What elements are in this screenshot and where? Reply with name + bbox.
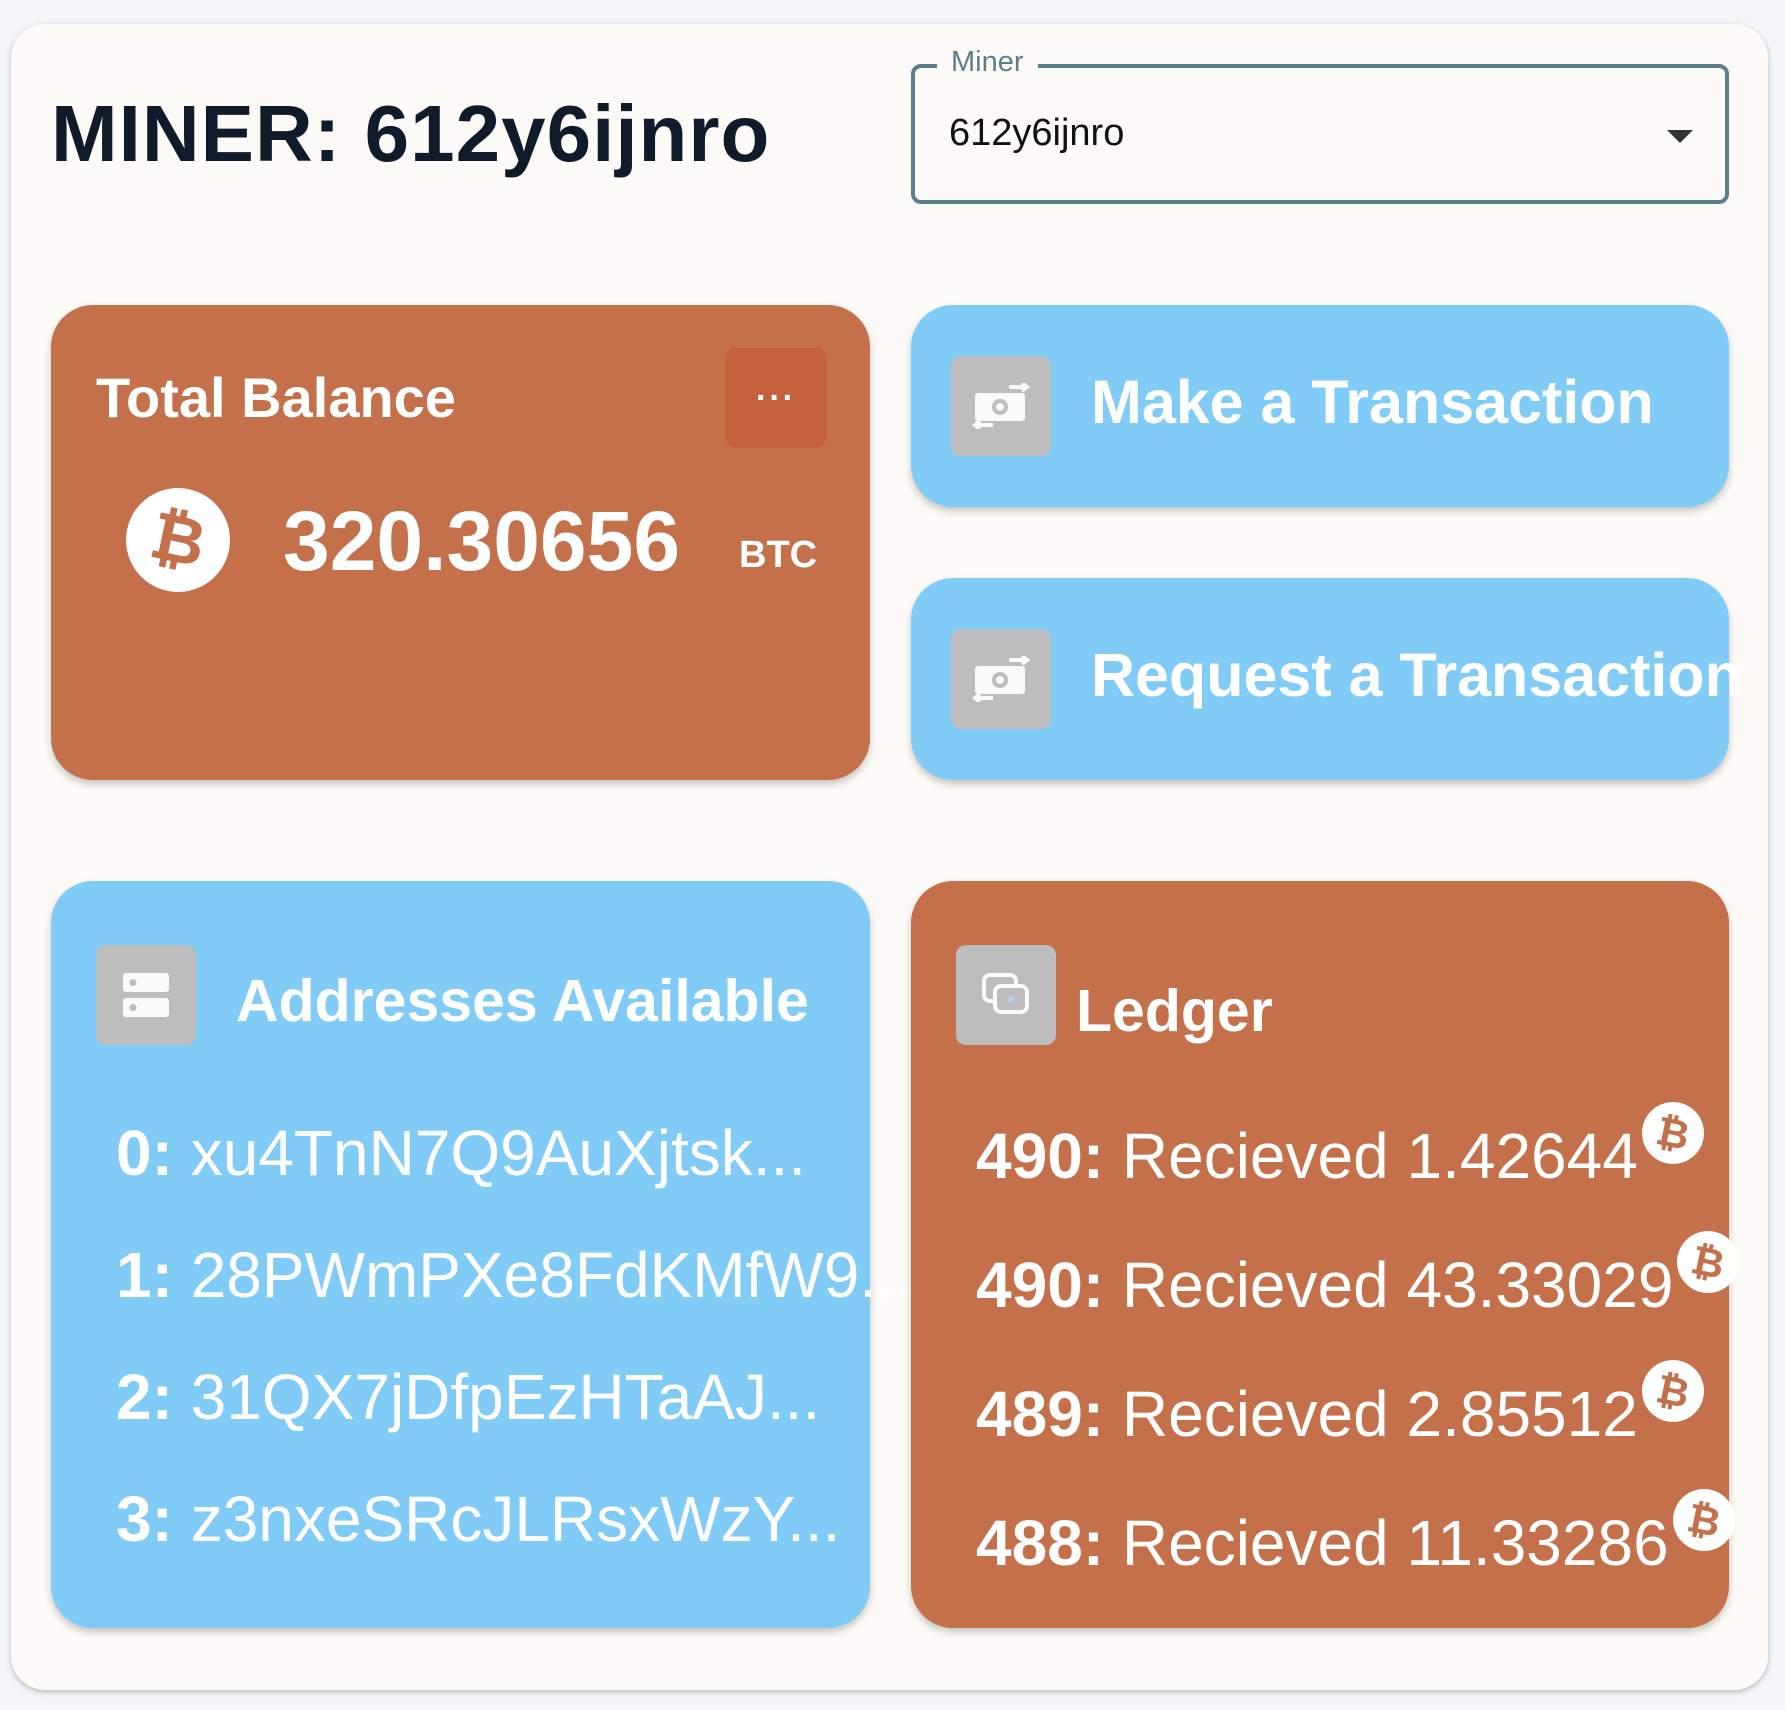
total-balance-label: Total Balance: [96, 366, 456, 429]
request-transaction-label: Request a Transaction: [1091, 641, 1742, 709]
ledger-text: Recieved 11.33286: [1121, 1507, 1669, 1579]
ledger-item[interactable]: 488: Recieved 11.33286 ₿: [976, 1489, 1739, 1640]
main-panel: MINER: 612y6ijnro Miner 612y6ijnro Total…: [11, 24, 1768, 1690]
ledger-card: Ledger 490: Recieved 1.42644 ₿ 490: Recie…: [911, 881, 1740, 1628]
chevron-down-icon[interactable]: [1667, 130, 1693, 143]
ledger-block: 489:: [976, 1378, 1105, 1450]
more-horizontal-icon: ···: [756, 379, 796, 417]
server-icon: [96, 945, 196, 1045]
cash-exchange-icon: [951, 629, 1051, 729]
cash-exchange-icon: [951, 356, 1051, 456]
address-item[interactable]: 0: xu4TnN7Q9AuXjtsk...: [116, 1121, 913, 1243]
address-item[interactable]: 2: 31QX7jDfpEzHTaAJ...: [116, 1365, 913, 1487]
balance-amount: 320.30656: [283, 494, 681, 588]
bitcoin-icon: ₿: [1672, 1489, 1735, 1551]
request-transaction-button[interactable]: Request a Transaction: [911, 578, 1742, 780]
ledger-item[interactable]: 490: Recieved 43.33029 ₿: [976, 1231, 1740, 1382]
addresses-card: Addresses Available 0: xu4TnN7Q9AuXjtsk.…: [51, 881, 913, 1628]
address-value: 28PWmPXe8FdKMfW9...: [190, 1239, 913, 1311]
address-value: 31QX7jDfpEzHTaAJ...: [190, 1361, 821, 1433]
ledger-text: Recieved 43.33029: [1121, 1249, 1674, 1321]
address-list: 0: xu4TnN7Q9AuXjtsk... 1: 28PWmPXe8FdKMf…: [116, 1121, 913, 1609]
total-balance-card: Total Balance ··· ₿ 320.30656 BTC: [51, 305, 870, 780]
miner-select-value: 612y6ijnro: [949, 112, 1125, 154]
address-value: z3nxeSRcJLRsxWzY...: [190, 1483, 841, 1555]
ledger-list: 490: Recieved 1.42644 ₿ 490: Recieved 43.…: [976, 1102, 1740, 1640]
ledger-block: 490:: [976, 1249, 1105, 1321]
ledger-text: Recieved 2.85512: [1121, 1378, 1638, 1450]
make-transaction-label: Make a Transaction: [1091, 368, 1654, 436]
make-transaction-button[interactable]: Make a Transaction: [911, 305, 1729, 507]
address-index: 1:: [116, 1239, 173, 1311]
bitcoin-icon: ₿: [126, 488, 230, 592]
address-index: 2:: [116, 1361, 173, 1433]
miner-select[interactable]: Miner 612y6ijnro: [911, 46, 1729, 204]
address-index: 0:: [116, 1117, 173, 1189]
more-options-button[interactable]: ···: [726, 348, 826, 448]
bitcoin-icon: ₿: [1641, 1102, 1704, 1164]
ledger-item[interactable]: 489: Recieved 2.85512 ₿: [976, 1360, 1739, 1511]
address-item[interactable]: 1: 28PWmPXe8FdKMfW9...: [116, 1243, 913, 1365]
ledger-block: 490:: [976, 1120, 1105, 1192]
address-item[interactable]: 3: z3nxeSRcJLRsxWzY...: [116, 1487, 913, 1609]
page-title: MINER: 612y6ijnro: [51, 89, 771, 178]
bitcoin-icon: ₿: [1641, 1360, 1704, 1422]
miner-select-label: Miner: [937, 46, 1038, 79]
address-value: xu4TnN7Q9AuXjtsk...: [190, 1117, 807, 1189]
ledger-text: Recieved 1.42644: [1121, 1120, 1638, 1192]
addresses-title: Addresses Available: [236, 968, 809, 1034]
copy-icon: [956, 945, 1056, 1045]
bitcoin-icon: ₿: [1677, 1231, 1740, 1293]
balance-unit: BTC: [739, 534, 818, 576]
address-index: 3:: [116, 1483, 173, 1555]
ledger-title: Ledger: [1076, 978, 1273, 1044]
ledger-block: 488:: [976, 1507, 1105, 1579]
ledger-item[interactable]: 490: Recieved 1.42644 ₿: [976, 1102, 1739, 1253]
